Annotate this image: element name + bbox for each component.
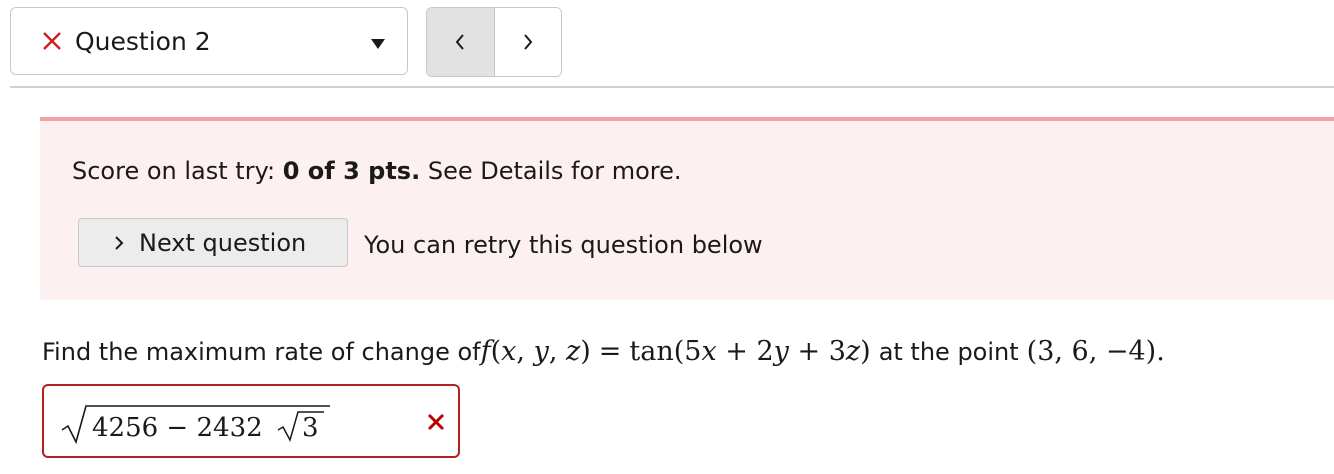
next-question-button[interactable]: Next question xyxy=(78,218,348,267)
question-prefix: Find the maximum rate of change of xyxy=(42,338,481,366)
function-lhs: f(x, y, z) xyxy=(480,336,591,367)
point-coordinates: (3, 6, −4). xyxy=(1026,336,1165,367)
answer-outer-text: 4256 − 2432 xyxy=(92,413,263,443)
retry-message: You can retry this question below xyxy=(364,231,763,259)
next-question-arrow-button[interactable] xyxy=(494,8,561,76)
question-text: Find the maximum rate of change of f(x, … xyxy=(42,336,1165,367)
caret-down-icon xyxy=(371,39,385,49)
score-summary: Score on last try: 0 of 3 pts. See Detai… xyxy=(72,157,681,185)
question-select[interactable]: Question 2 xyxy=(10,7,408,75)
answer-inner-text: 3 xyxy=(302,413,319,443)
chevron-right-icon xyxy=(523,34,533,50)
question-pager xyxy=(426,7,562,77)
answer-expression: 4256 − 2432 3 xyxy=(61,405,330,445)
score-prefix: Score on last try: xyxy=(72,157,283,185)
function-rhs: tan(5x + 2y + 3z) xyxy=(629,336,871,367)
score-suffix: See Details for more. xyxy=(420,157,682,185)
equals-sign: = xyxy=(598,336,622,367)
chevron-right-icon xyxy=(113,235,125,251)
score-feedback-panel: Score on last try: 0 of 3 pts. See Detai… xyxy=(40,117,1334,300)
question-select-label: Question 2 xyxy=(75,26,211,56)
score-value: 0 of 3 pts. xyxy=(282,157,421,185)
header-divider xyxy=(10,86,1334,88)
previous-question-button[interactable] xyxy=(427,8,495,76)
incorrect-mark-icon xyxy=(427,413,445,431)
question-middle: at the point xyxy=(878,338,1019,366)
answer-input[interactable]: 4256 − 2432 3 xyxy=(42,384,460,458)
next-question-label: Next question xyxy=(139,228,307,257)
chevron-left-icon xyxy=(455,34,465,50)
incorrect-x-icon xyxy=(41,30,63,52)
